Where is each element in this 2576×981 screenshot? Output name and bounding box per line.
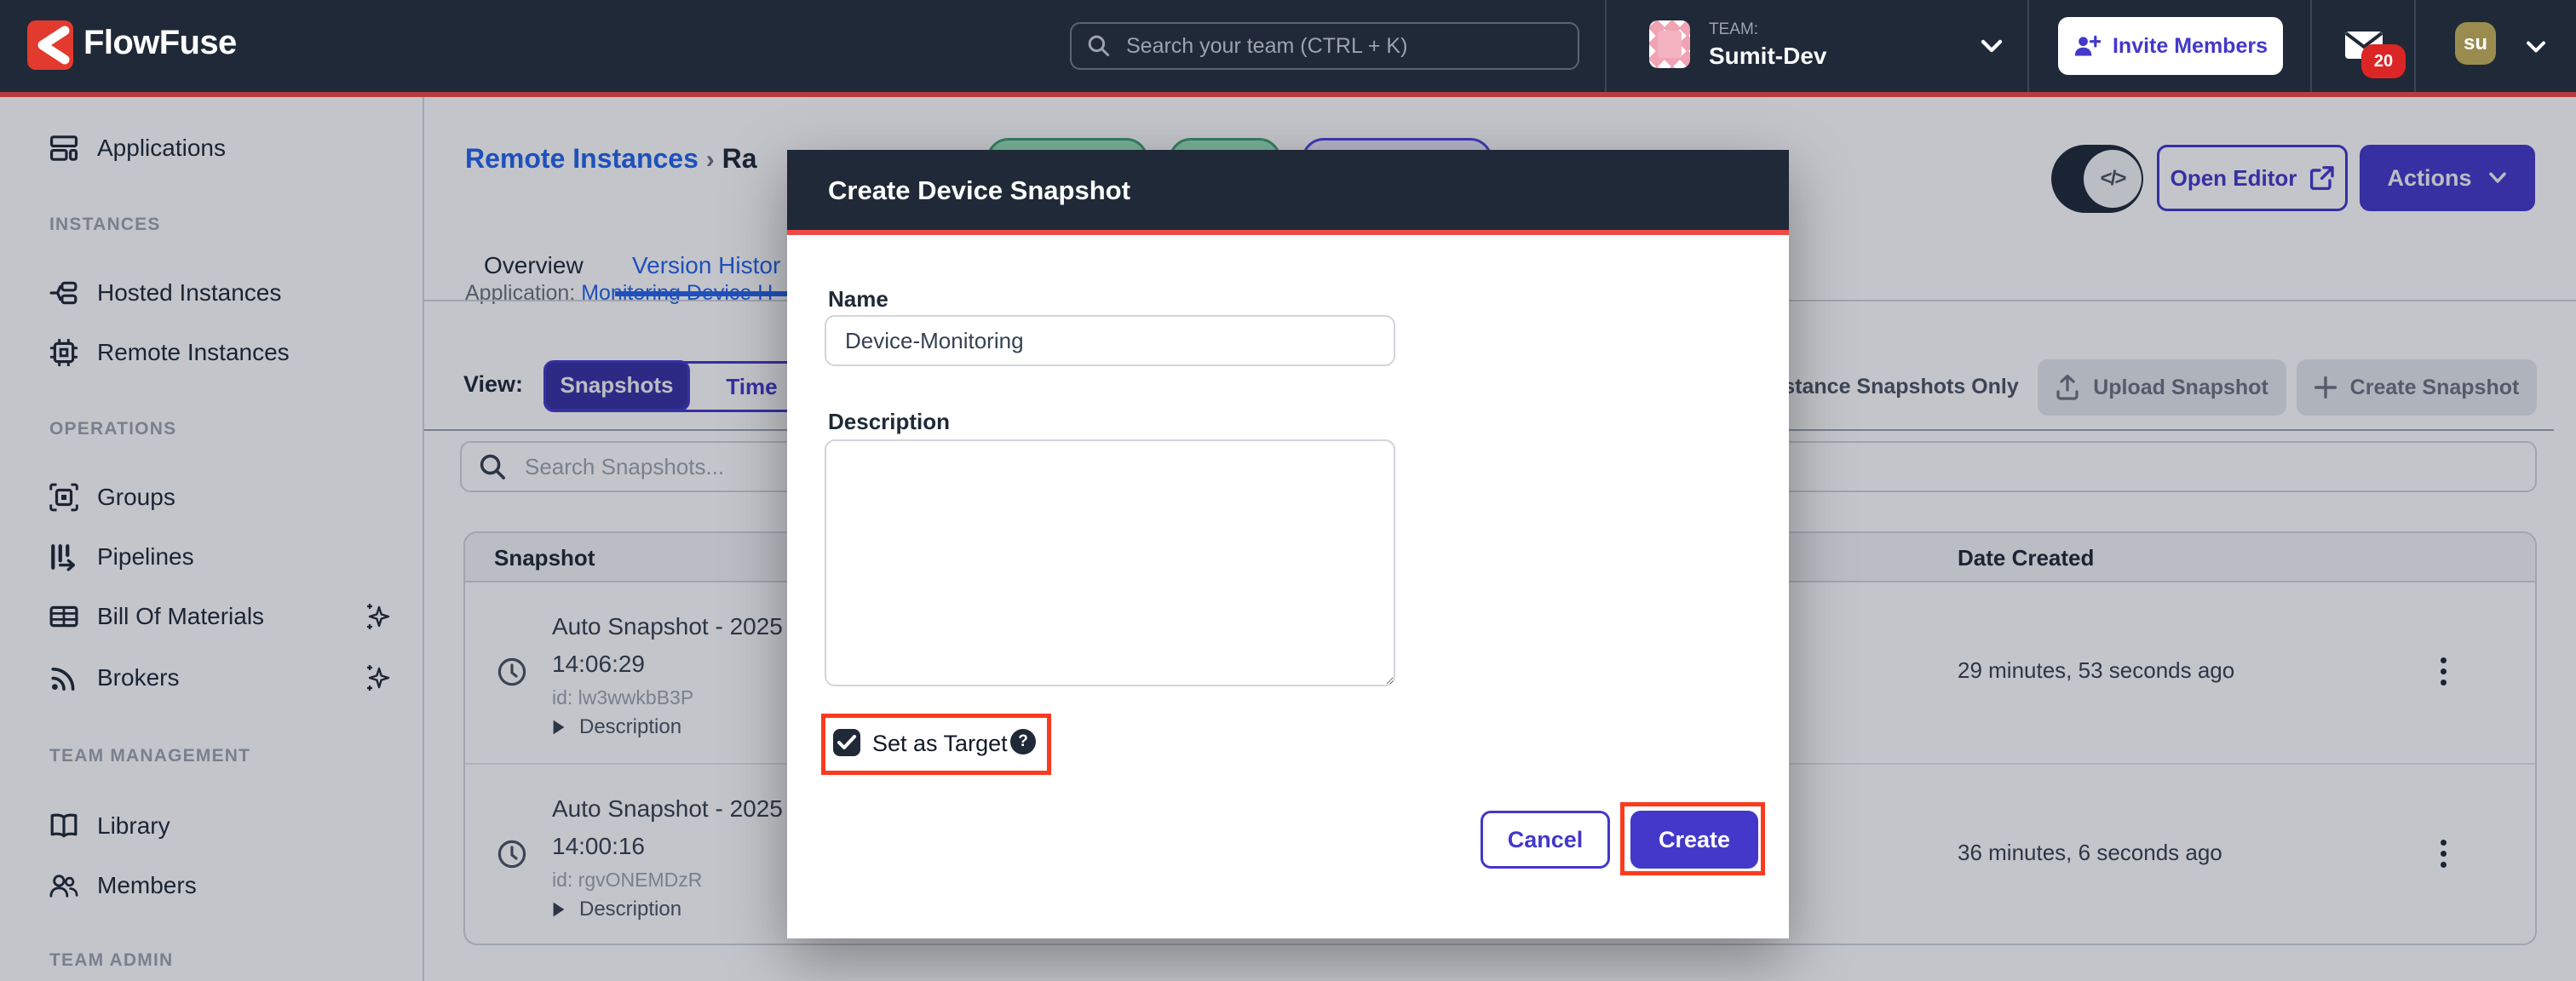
team-name[interactable]: Sumit-Dev	[1709, 43, 1826, 70]
modal-header: Create Device Snapshot	[787, 150, 1789, 235]
team-chevron-down-icon[interactable]	[1980, 37, 2004, 54]
name-label: Name	[828, 286, 888, 313]
team-avatar[interactable]	[1649, 20, 1690, 68]
annotation-box-set-as-target	[821, 714, 1051, 775]
search-icon	[1087, 34, 1111, 58]
invite-members-label: Invite Members	[2113, 34, 2268, 59]
snapshot-description-textarea[interactable]	[825, 439, 1395, 686]
team-search-input[interactable]	[1123, 32, 1562, 60]
team-search[interactable]	[1070, 22, 1579, 70]
description-label: Description	[828, 409, 950, 435]
team-label: TEAM:	[1709, 20, 1758, 39]
annotation-box-create	[1620, 802, 1765, 875]
user-plus-icon	[2073, 35, 2101, 57]
modal-title: Create Device Snapshot	[828, 175, 1130, 206]
invite-members-button[interactable]: Invite Members	[2058, 17, 2283, 75]
user-avatar[interactable]: su	[2455, 22, 2496, 65]
flowfuse-logo-icon[interactable]	[27, 20, 73, 70]
app-window: FlowFuse TEAM: Sumit-Dev Invite Members	[0, 0, 2576, 981]
snapshot-name-input[interactable]	[825, 315, 1395, 366]
header-divider	[1605, 0, 1607, 92]
header-divider	[2310, 0, 2312, 92]
top-navbar: FlowFuse TEAM: Sumit-Dev Invite Members	[0, 0, 2576, 92]
user-chevron-down-icon[interactable]	[2525, 39, 2547, 54]
header-divider	[2414, 0, 2416, 92]
header-divider	[2027, 0, 2029, 92]
cancel-button[interactable]: Cancel	[1481, 811, 1610, 869]
logo-wordmark[interactable]: FlowFuse	[83, 24, 237, 62]
notification-badge: 20	[2361, 44, 2406, 78]
